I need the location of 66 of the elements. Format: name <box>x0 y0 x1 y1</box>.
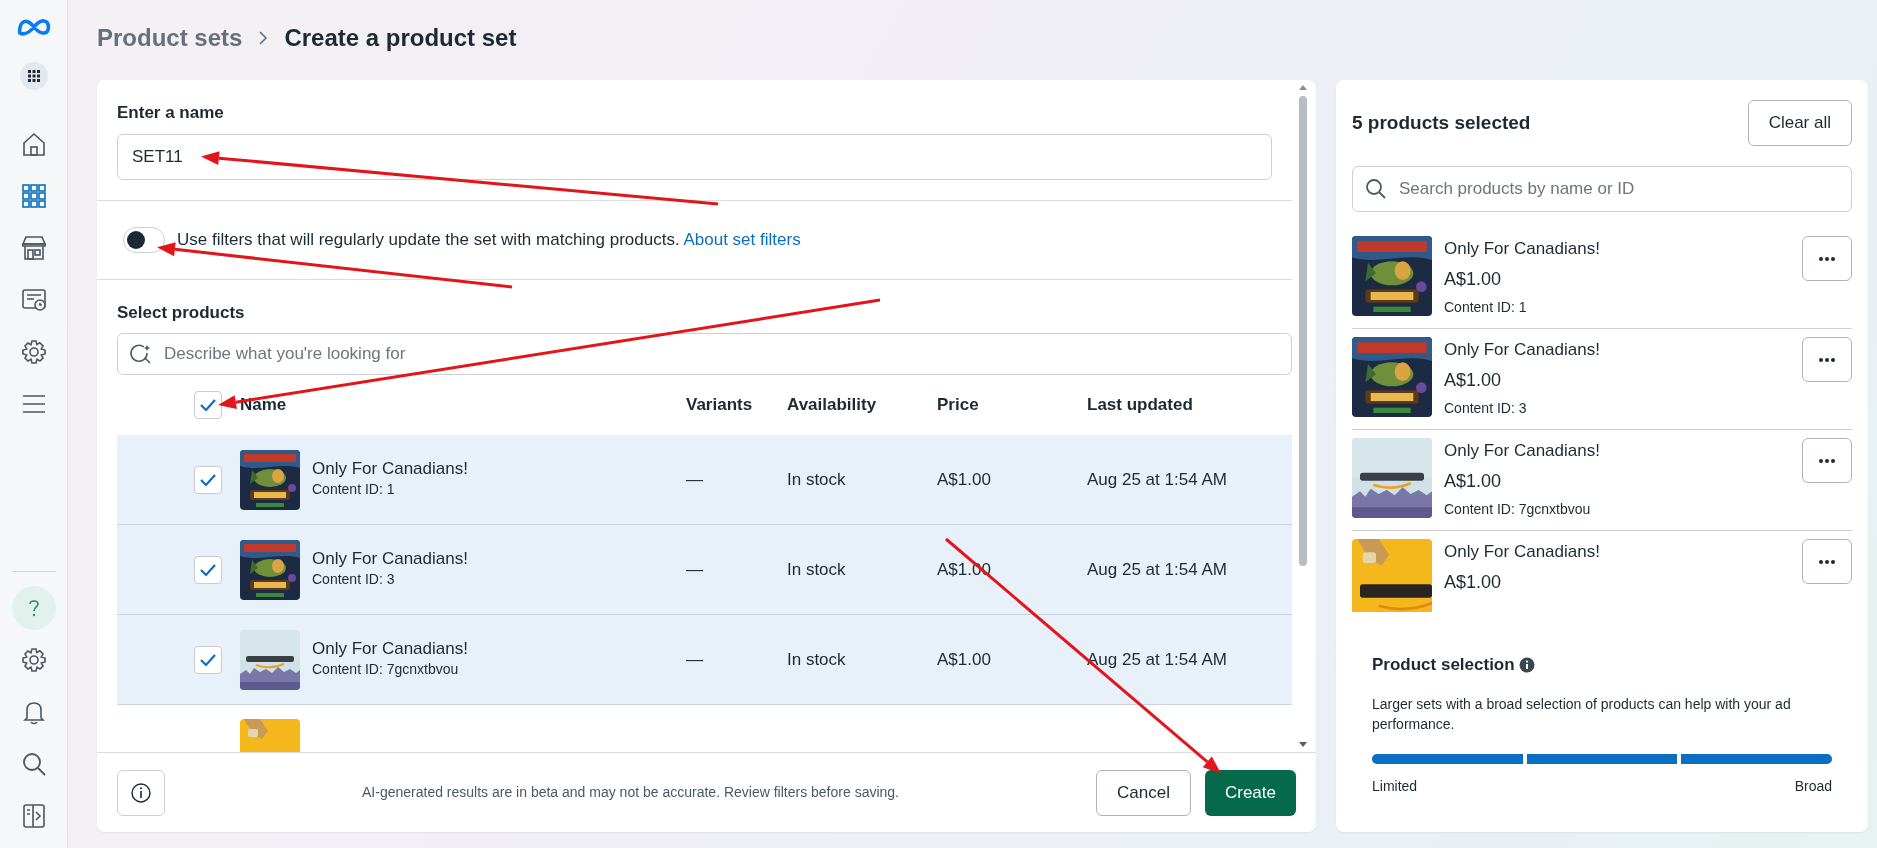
about-filters-link[interactable]: About set filters <box>683 229 801 249</box>
ai-search-icon <box>130 343 152 365</box>
content-id: Content ID: 3 <box>312 570 396 590</box>
product-name: Only For Canadians! <box>312 548 468 570</box>
toggle-switch[interactable] <box>123 226 165 253</box>
product-price: A$1.00 <box>1444 368 1503 392</box>
breadcrumb-link[interactable]: Product sets <box>97 20 243 56</box>
clear-all-button[interactable]: Clear all <box>1747 100 1852 146</box>
search-box[interactable]: Describe what you're looking for <box>117 333 1292 375</box>
meter-label: Limited <box>1372 777 1418 797</box>
table-cell-text: In stock <box>787 558 847 581</box>
create-button[interactable]: Create <box>1204 769 1296 816</box>
checkbox[interactable] <box>194 391 222 419</box>
content-id: Content ID: 1 <box>312 480 396 500</box>
disclaimer-text: AI-generated results are in beta and may not be accurate. Review filters before saving. <box>361 783 900 802</box>
product-name: Only For Canadians! <box>1444 238 1601 260</box>
table-cell-text: In stock <box>787 648 847 671</box>
info-icon <box>1518 656 1535 673</box>
content-id: Content ID: 7gcnxtbvou <box>1444 499 1592 519</box>
table-cell-text: Aug 25 at 1:54 AM <box>1087 468 1228 491</box>
table-cell-text: — <box>686 468 704 491</box>
more-icon <box>1817 356 1837 363</box>
section-title: Product selection <box>1372 654 1515 676</box>
table-cell-text: — <box>686 648 704 671</box>
info-button[interactable] <box>117 769 165 816</box>
table-cell-text: Aug 25 at 1:54 AM <box>1087 558 1228 581</box>
page-title: Create a product set <box>284 23 517 53</box>
search-box[interactable]: Search products by name or ID <box>1352 166 1852 212</box>
column-header: Availability <box>787 394 878 417</box>
product-name: Only For Canadians! <box>312 458 468 480</box>
product-price: A$1.00 <box>1444 469 1503 493</box>
product-price: A$1.00 <box>1444 267 1503 291</box>
table-cell-text: In stock <box>787 468 847 491</box>
content-id: Content ID: 3 <box>1444 398 1528 418</box>
column-header: Variants <box>686 394 754 417</box>
search-icon <box>1365 178 1387 200</box>
checkbox[interactable] <box>194 645 222 674</box>
product-name: Only For Canadians! <box>312 638 468 660</box>
column-header: Last updated <box>1087 394 1194 417</box>
product-price: A$1.00 <box>1444 570 1503 594</box>
meter-label: Broad <box>1794 777 1832 797</box>
more-icon <box>1817 255 1837 262</box>
info-icon <box>130 781 152 804</box>
more-icon <box>1817 558 1837 565</box>
product-name: Only For Canadians! <box>1444 339 1601 361</box>
checkbox[interactable] <box>194 555 222 584</box>
name-field[interactable]: SET11 <box>117 133 1272 180</box>
column-header: Price <box>937 394 980 417</box>
product-name: Only For Canadians! <box>1444 440 1601 462</box>
section-title: Select products <box>117 301 246 324</box>
checkbox[interactable] <box>194 465 222 494</box>
content-id: Content ID: 1 <box>1444 297 1528 317</box>
table-cell-text: A$1.00 <box>937 468 992 491</box>
table-cell-text: A$1.00 <box>937 648 992 671</box>
field-label: Enter a name <box>117 102 225 124</box>
filter-description: Use filters that will regularly update the set with matching products. About set filters <box>177 228 801 251</box>
table-row[interactable]: Only For Canadians! Content ID: 7gcnxtbvou — In stock A$1.00 Aug 25 at 1:54 AM <box>117 615 1292 705</box>
panel-title: 5 products selected <box>1352 110 1531 135</box>
product-name: Only For Canadians! <box>1444 541 1601 563</box>
cancel-button[interactable]: Cancel <box>1096 769 1191 816</box>
table-cell-text: — <box>686 558 704 581</box>
content-id: Content ID: 7gcnxtbvou <box>312 660 460 680</box>
more-icon <box>1817 457 1837 464</box>
table-cell-text: Aug 25 at 1:54 AM <box>1087 648 1228 671</box>
table-row[interactable]: Only For Canadians! Content ID: 1 — In stock A$1.00 Aug 25 at 1:54 AM <box>117 435 1292 525</box>
description-text: Larger sets with a broad selection of products can help with your ad performance. <box>1372 694 1792 734</box>
